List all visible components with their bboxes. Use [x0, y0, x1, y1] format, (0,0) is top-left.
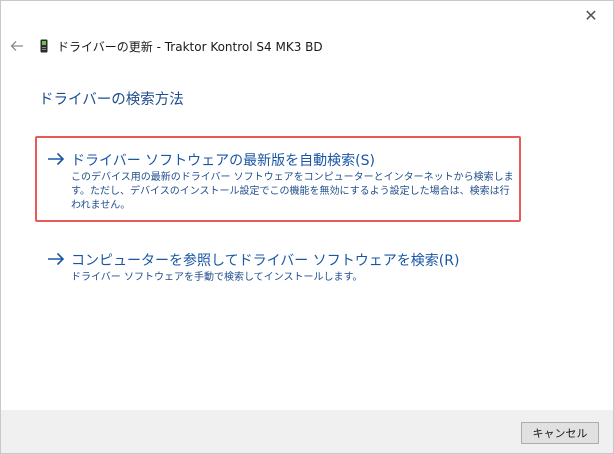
auto-search-option[interactable]: ドライバー ソフトウェアの最新版を自動検索(S) このデバイス用の最新のドライバ… — [35, 136, 521, 222]
device-icon — [40, 39, 48, 53]
browse-computer-description: ドライバー ソフトウェアを手動で検索してインストールします。 — [71, 272, 363, 283]
right-arrow-icon — [48, 152, 65, 166]
auto-search-description: このデバイス用の最新のドライバー ソフトウェアをコンピューターとインターネットか… — [71, 172, 514, 211]
title-row: ドライバーの更新 - Traktor Kontrol S4 MK3 BD — [39, 37, 323, 55]
browse-computer-title: コンピューターを参照してドライバー ソフトウェアを検索(R) — [71, 253, 460, 269]
auto-search-title: ドライバー ソフトウェアの最新版を自動検索(S) — [71, 153, 375, 169]
close-icon: ✕ — [584, 5, 598, 25]
dialog-footer: キャンセル — [1, 410, 613, 453]
window-title: ドライバーの更新 - Traktor Kontrol S4 MK3 BD — [57, 39, 323, 54]
right-arrow-icon — [48, 252, 65, 266]
close-button[interactable]: ✕ — [569, 1, 613, 29]
back-button[interactable] — [7, 36, 27, 56]
update-driver-dialog: ✕ ドライバーの更新 - Traktor Kontrol S4 MK3 BD ド… — [0, 0, 614, 454]
browse-computer-option[interactable]: コンピューターを参照してドライバー ソフトウェアを検索(R) ドライバー ソフト… — [35, 247, 521, 295]
cancel-button[interactable]: キャンセル — [521, 422, 599, 444]
page-heading: ドライバーの検索方法 — [39, 92, 184, 108]
back-arrow-icon — [10, 41, 23, 51]
